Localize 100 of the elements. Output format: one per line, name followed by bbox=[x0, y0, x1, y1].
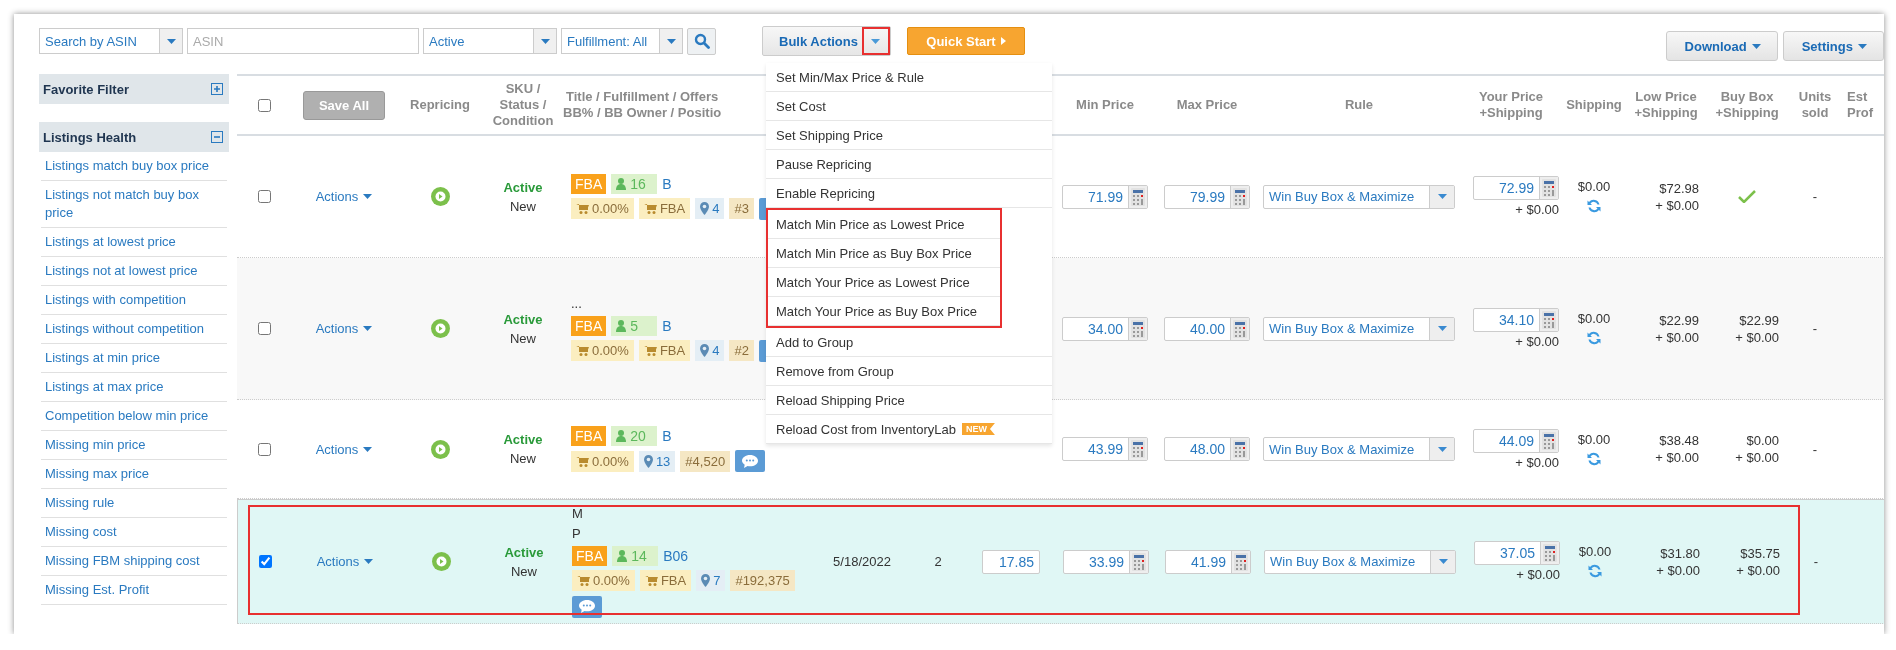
chat-button[interactable] bbox=[572, 595, 602, 618]
max-price-field[interactable]: 40.00 bbox=[1164, 316, 1250, 341]
rank-badge: #3 bbox=[729, 198, 754, 219]
pin-icon bbox=[701, 573, 711, 587]
your-price-field[interactable]: 34.10 bbox=[1473, 308, 1559, 332]
search-type-dropdown[interactable]: Search by ASIN bbox=[39, 28, 183, 54]
rule-dropdown[interactable]: Win Buy Box & Maximize bbox=[1264, 549, 1456, 574]
sidebar-section-header[interactable]: Favorite Filter bbox=[39, 74, 229, 104]
menu-item[interactable]: Reload Cost from InventoryLab NEW bbox=[766, 415, 1052, 444]
actions-dropdown[interactable]: Actions bbox=[315, 321, 373, 336]
menu-item[interactable]: Match Min Price as Buy Box Price bbox=[768, 239, 1000, 268]
caret-icon bbox=[363, 194, 373, 199]
actions-dropdown[interactable]: Actions bbox=[316, 554, 374, 569]
actions-dropdown[interactable]: Actions bbox=[315, 441, 373, 457]
chat-button[interactable] bbox=[735, 450, 766, 472]
column-header[interactable]: Units sold bbox=[1798, 89, 1832, 121]
refresh-icon bbox=[1586, 450, 1602, 467]
menu-item[interactable]: Set Min/Max Price & Rule bbox=[766, 63, 1052, 92]
column-header[interactable]: Rule bbox=[1344, 97, 1374, 113]
sidebar-filter-link[interactable]: Listings at min price bbox=[41, 344, 227, 373]
row-checkbox[interactable] bbox=[257, 442, 271, 456]
rule-dropdown[interactable]: Win Buy Box & Maximize bbox=[1263, 184, 1455, 209]
asin-search-field[interactable]: ASIN bbox=[187, 28, 419, 54]
your-price-field[interactable]: 44.09 bbox=[1473, 428, 1559, 453]
sidebar-filter-link[interactable]: Listings at lowest price bbox=[41, 228, 227, 257]
row-checkbox[interactable] bbox=[258, 555, 272, 568]
settings-button[interactable]: Settings bbox=[1782, 31, 1884, 61]
cost-field[interactable]: 17.85 bbox=[982, 549, 1040, 574]
fulfillment-dropdown[interactable]: Fulfillment: All bbox=[561, 28, 683, 54]
search-button[interactable] bbox=[687, 27, 716, 55]
rule-dropdown[interactable]: Win Buy Box & Maximize bbox=[1263, 437, 1455, 461]
min-price-field[interactable]: 34.00 bbox=[1062, 316, 1148, 341]
column-header[interactable]: Buy Box +Shipping bbox=[1715, 89, 1779, 121]
offers-badge: 14 bbox=[612, 545, 659, 566]
sidebar-filter-link[interactable]: Listings not match buy box price bbox=[41, 181, 227, 228]
min-price-field[interactable]: 33.99 bbox=[1063, 549, 1149, 574]
caret-icon bbox=[364, 559, 374, 564]
menu-item[interactable]: Match Your Price as Lowest Price bbox=[768, 268, 1000, 297]
column-header[interactable]: Repricing bbox=[410, 97, 470, 113]
pin-icon bbox=[700, 344, 710, 357]
sidebar-filter-link[interactable]: Competition below min price bbox=[41, 402, 227, 431]
menu-item[interactable]: Match Your Price as Buy Box Price bbox=[768, 297, 1000, 326]
sidebar-filter-link[interactable]: Missing Est. Profit bbox=[41, 576, 227, 605]
asin-link[interactable]: B bbox=[662, 317, 672, 334]
min-price-field[interactable]: 43.99 bbox=[1062, 437, 1148, 461]
sidebar-filter-link[interactable]: Missing FBM shipping cost bbox=[41, 547, 227, 576]
sidebar-filter-link[interactable]: Listings match buy box price bbox=[41, 152, 227, 181]
title-text: P bbox=[572, 525, 581, 542]
table-cell: $38.48 bbox=[1659, 433, 1699, 448]
column-header[interactable]: Max Price bbox=[1176, 97, 1238, 113]
sidebar-filter-link[interactable]: Listings with competition bbox=[41, 286, 227, 315]
sidebar-filter-link[interactable]: Listings at max price bbox=[41, 373, 227, 402]
sidebar-filter-link[interactable]: Missing min price bbox=[41, 431, 227, 460]
rank-badge: #4,520 bbox=[680, 450, 731, 472]
your-price-field[interactable]: 37.05 bbox=[1474, 541, 1560, 565]
fulfillment-badge: FBA bbox=[571, 426, 607, 446]
menu-item[interactable]: Reload Shipping Price bbox=[766, 386, 1052, 415]
rule-dropdown[interactable]: Win Buy Box & Maximize bbox=[1263, 316, 1455, 341]
column-header[interactable]: Low Price +Shipping bbox=[1634, 89, 1698, 121]
column-header[interactable]: Shipping bbox=[1566, 97, 1622, 113]
cart-icon bbox=[576, 345, 589, 356]
column-header[interactable]: Title / Fulfillment / Offers BB% / BB Owner / Positio bbox=[563, 89, 722, 121]
caret-icon bbox=[540, 38, 550, 44]
actions-dropdown[interactable]: Actions bbox=[315, 189, 373, 204]
download-button[interactable]: Download bbox=[1665, 31, 1778, 61]
column-header[interactable]: SKU / Status / Condition bbox=[492, 81, 554, 129]
menu-item[interactable]: Match Min Price as Lowest Price bbox=[768, 210, 1000, 239]
column-header[interactable]: Min Price bbox=[1076, 97, 1134, 113]
sidebar-filter-link[interactable]: Listings not at lowest price bbox=[41, 257, 227, 286]
your-price-field[interactable]: 72.99 bbox=[1473, 176, 1559, 200]
column-header[interactable]: Your Price +Shipping bbox=[1478, 89, 1544, 121]
sidebar-filter-link[interactable]: Listings without competition bbox=[41, 315, 227, 344]
column-header[interactable]: Est Prof bbox=[1847, 89, 1873, 121]
max-price-field[interactable]: 79.99 bbox=[1164, 184, 1250, 209]
menu-item[interactable]: Set Shipping Price bbox=[766, 121, 1052, 150]
row-checkbox[interactable] bbox=[257, 322, 271, 335]
asin-link[interactable]: B bbox=[662, 428, 672, 444]
sidebar-filter-link[interactable]: Missing cost bbox=[41, 518, 227, 547]
max-price-field[interactable]: 48.00 bbox=[1164, 437, 1250, 461]
min-price-field[interactable]: 71.99 bbox=[1062, 184, 1148, 209]
asin-link[interactable]: B06 bbox=[663, 547, 689, 564]
dropdown-toggle-button[interactable] bbox=[862, 27, 890, 55]
menu-item[interactable]: Pause Repricing bbox=[766, 150, 1052, 179]
speech-bubble-icon bbox=[742, 454, 759, 468]
sidebar-filter-link[interactable]: Missing rule bbox=[41, 489, 227, 518]
status-text: Active bbox=[503, 311, 543, 327]
select-all-checkbox[interactable] bbox=[257, 98, 271, 112]
table-cell: - bbox=[1812, 189, 1818, 204]
shipping-text: + $0.00 bbox=[1516, 567, 1560, 582]
sidebar-section-header[interactable]: Listings Health bbox=[39, 122, 229, 152]
menu-item[interactable]: Set Cost bbox=[766, 92, 1052, 121]
calculator-icon bbox=[1131, 440, 1145, 458]
menu-item[interactable]: Enable Repricing bbox=[766, 179, 1052, 208]
pin-icon bbox=[700, 202, 710, 215]
sidebar-filter-link[interactable]: Missing max price bbox=[41, 460, 227, 489]
calculator-icon bbox=[1543, 544, 1557, 562]
max-price-field[interactable]: 41.99 bbox=[1165, 549, 1251, 574]
status-dropdown[interactable]: Active bbox=[423, 28, 557, 54]
asin-link[interactable]: B bbox=[662, 175, 672, 192]
row-checkbox[interactable] bbox=[257, 190, 271, 203]
